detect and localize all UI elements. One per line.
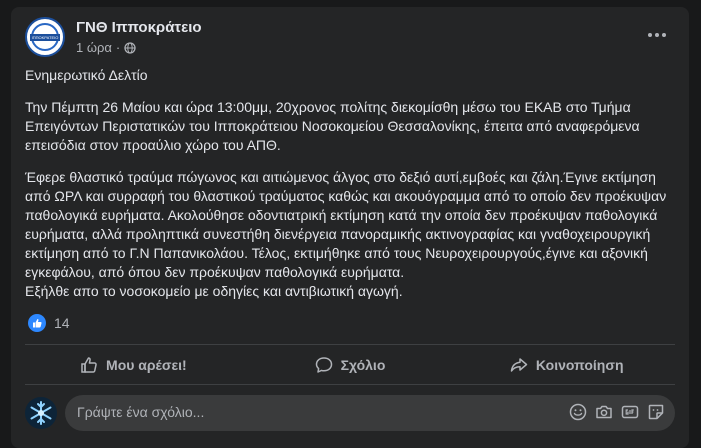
page-avatar[interactable]: ΙΠΠΟΚΡΑΤΕΙΟ [25, 17, 65, 57]
post-paragraph: Έφερε θλαστικό τραύμα πώγωνος και αιτιώμ… [25, 169, 667, 280]
gif-icon[interactable] [621, 403, 639, 421]
comment-icon [315, 357, 332, 373]
snowflake-avatar-icon [30, 401, 52, 425]
share-icon [510, 358, 528, 372]
post-actions: Μου αρέσει! Σχόλιο Κοινοποίηση [25, 348, 675, 382]
post-time[interactable]: 1 ώρα [76, 40, 112, 55]
post-paragraph: Την Πέμπτη 26 Μαίου και ώρα 13:00μμ, 20χ… [25, 99, 640, 153]
divider [25, 384, 675, 385]
meta-separator: · [115, 40, 121, 55]
post-header: ΙΠΠΟΚΡΑΤΕΙΟ ΓΝΘ Ιπποκράτειο 1 ώρα · [25, 17, 675, 63]
comment-label: Σχόλιο [340, 357, 386, 373]
post-card: ΙΠΠΟΚΡΑΤΕΙΟ ΓΝΘ Ιπποκράτειο 1 ώρα · Ενημ… [11, 7, 689, 448]
user-avatar[interactable] [25, 397, 57, 429]
page-name[interactable]: ΓΝΘ Ιπποκράτειο [76, 19, 202, 36]
emoji-icon[interactable] [569, 403, 587, 421]
like-reaction-icon [28, 314, 46, 332]
post-body: Ενημερωτικό Δελτίο Την Πέμπτη 26 Μαίου κ… [25, 66, 675, 314]
comment-button[interactable]: Σχόλιο [242, 348, 459, 382]
sticker-icon[interactable] [647, 403, 665, 421]
thumbs-up-icon [81, 357, 97, 373]
like-label: Μου αρέσει! [106, 357, 187, 373]
share-button[interactable]: Κοινοποίηση [458, 348, 675, 382]
comment-placeholder: Γράψτε ένα σχόλιο... [77, 404, 205, 420]
reaction-count: 14 [54, 315, 70, 331]
post-paragraph: Εξήλθε απο το νοσοκομείο με οδηγίες και … [25, 283, 403, 299]
camera-icon[interactable] [595, 403, 613, 421]
reactions-summary[interactable]: 14 [28, 314, 70, 332]
comment-input[interactable]: Γράψτε ένα σχόλιο... [65, 395, 675, 431]
comment-composer: Γράψτε ένα σχόλιο... [25, 395, 675, 431]
more-options-icon[interactable] [643, 21, 671, 49]
composer-tools [569, 403, 665, 421]
post-title: Ενημερωτικό Δελτίο [25, 67, 148, 83]
post-meta: 1 ώρα · [76, 40, 136, 55]
avatar-band: ΙΠΠΟΚΡΑΤΕΙΟ [30, 34, 60, 41]
globe-icon [124, 41, 136, 54]
share-label: Κοινοποίηση [535, 357, 624, 373]
divider [25, 344, 675, 345]
like-button[interactable]: Μου αρέσει! [25, 348, 242, 382]
